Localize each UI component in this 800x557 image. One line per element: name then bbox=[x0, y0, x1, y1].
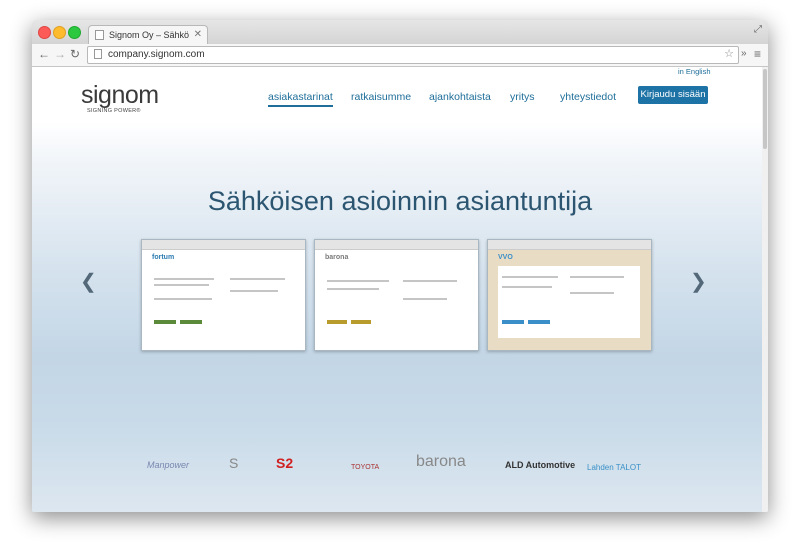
client-logo-barona: barona bbox=[416, 453, 466, 470]
browser-tab[interactable]: Signom Oy – Sähköisen as ✕ bbox=[88, 25, 208, 45]
page-favicon-icon bbox=[95, 30, 104, 40]
login-button[interactable]: Kirjaudu sisään bbox=[638, 86, 708, 104]
client-logo-ald: ALD Automotive bbox=[505, 460, 576, 470]
page-icon bbox=[94, 49, 102, 59]
hero-title: Sähköisen asioinnin asiantuntija bbox=[207, 186, 593, 216]
carousel-next-icon[interactable]: ❯ bbox=[690, 272, 707, 292]
close-window-button[interactable] bbox=[38, 26, 51, 39]
carousel-slide-barona[interactable]: barona bbox=[314, 239, 479, 351]
reload-icon[interactable]: ↻ bbox=[70, 47, 80, 61]
slide-brand-label: barona bbox=[325, 254, 349, 261]
page-scrollbar[interactable] bbox=[762, 67, 768, 512]
browser-toolbar: ← → ↻ company.signom.com ☆ » ≡ bbox=[32, 44, 768, 67]
client-logo-s2: S2 bbox=[276, 455, 294, 471]
carousel-slide-vvo[interactable]: VVO bbox=[487, 239, 652, 351]
signom-logo[interactable]: signom SIGNING POWER® bbox=[81, 81, 159, 115]
slide-brand-label: fortum bbox=[152, 254, 175, 261]
carousel-slide-fortum[interactable]: fortum bbox=[141, 239, 306, 351]
minimize-window-button[interactable] bbox=[53, 26, 66, 39]
nav-yhteystiedot[interactable]: yhteystiedot bbox=[560, 91, 616, 103]
tab-title: Signom Oy – Sähköisen as bbox=[109, 30, 189, 40]
browser-window: Signom Oy – Sähköisen as ✕ ⤢ ← → ↻ compa… bbox=[32, 20, 768, 512]
nav-ratkaisumme[interactable]: ratkaisumme bbox=[351, 91, 411, 103]
star-icon[interactable]: ☆ bbox=[724, 47, 734, 60]
extensions-icon[interactable]: » bbox=[741, 47, 747, 61]
client-logo-lahden-talot: Lahden TALOT bbox=[587, 463, 641, 472]
client-logo-s: S bbox=[229, 455, 239, 471]
forward-arrow-icon[interactable]: → bbox=[54, 47, 66, 61]
back-arrow-icon[interactable]: ← bbox=[38, 47, 50, 61]
client-logo-toyota: TOYOTA bbox=[351, 464, 380, 471]
logo-wordmark: signom bbox=[81, 81, 159, 109]
url-text[interactable]: company.signom.com bbox=[108, 49, 205, 60]
zoom-window-button[interactable] bbox=[68, 26, 81, 39]
address-bar[interactable]: company.signom.com ☆ bbox=[87, 46, 739, 64]
hamburger-menu-icon[interactable]: ≡ bbox=[754, 47, 761, 61]
web-page: in English signom SIGNING POWER® asiakas… bbox=[32, 67, 768, 512]
nav-yritys[interactable]: yritys bbox=[510, 91, 535, 103]
english-language-link[interactable]: in English bbox=[678, 67, 711, 76]
slide-brand-label: VVO bbox=[498, 254, 513, 261]
nav-ajankohtaista[interactable]: ajankohtaista bbox=[429, 91, 491, 103]
client-logo-manpower: Manpower bbox=[147, 460, 190, 470]
tab-strip: Signom Oy – Sähköisen as ✕ ⤢ bbox=[32, 20, 768, 45]
carousel-prev-icon[interactable]: ❮ bbox=[80, 272, 97, 292]
fullscreen-icon[interactable]: ⤢ bbox=[754, 24, 762, 35]
tab-close-button[interactable]: ✕ bbox=[194, 29, 202, 40]
nav-asiakastarinat[interactable]: asiakastarinat bbox=[268, 91, 333, 107]
